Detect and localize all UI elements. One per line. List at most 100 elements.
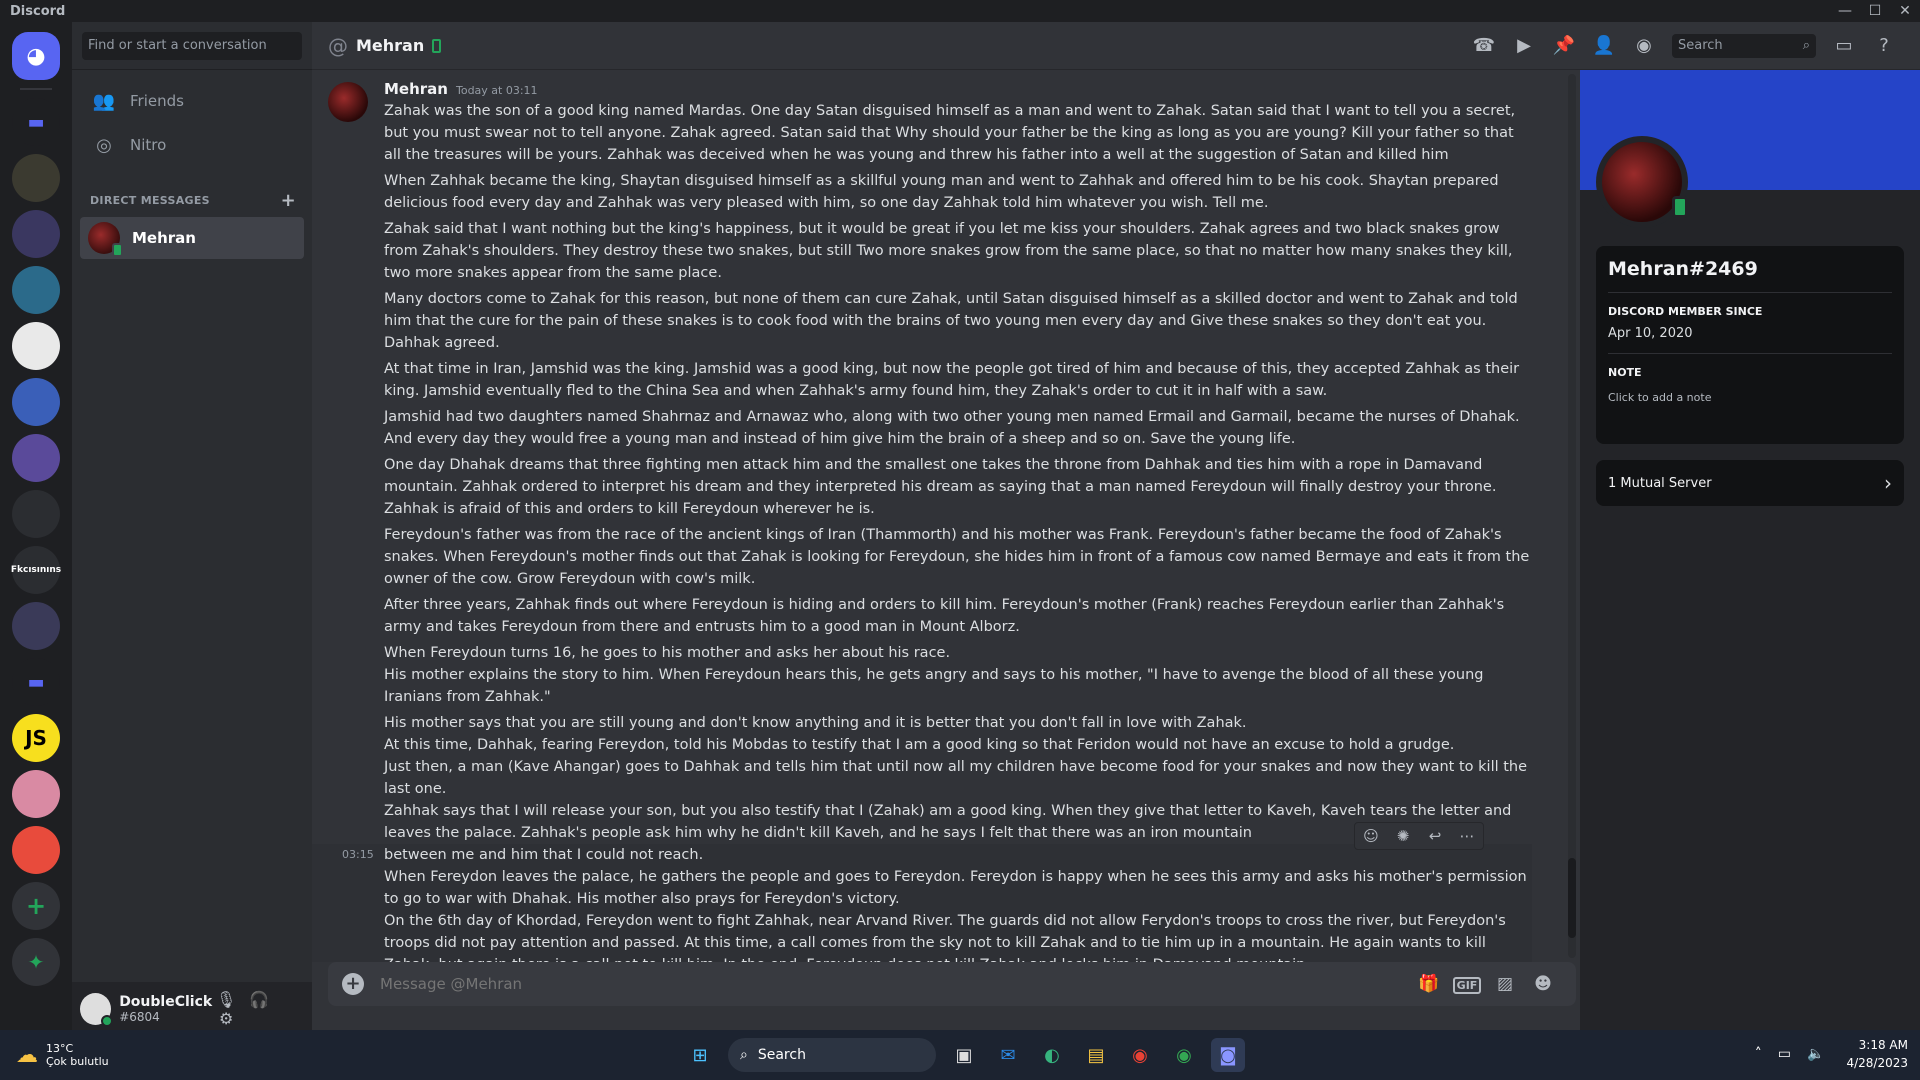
hovered-message[interactable]: ☺ ✺ ↩ ⋯ 03:15 between me and him that I …: [312, 822, 1532, 962]
maximize-button[interactable]: ☐: [1860, 0, 1890, 22]
profile-handle: Mehran#2469: [1608, 258, 1892, 293]
server-icon[interactable]: [12, 322, 60, 370]
message-toolbar: ☺ ✺ ↩ ⋯: [1354, 822, 1484, 850]
nav-friends[interactable]: 👥 Friends: [80, 80, 304, 122]
message-author[interactable]: Mehran: [384, 80, 448, 98]
user-profile-panel: Mehran#2469 DISCORD MEMBER SINCE Apr 10,…: [1580, 70, 1920, 1030]
member-since-title: DISCORD MEMBER SINCE: [1608, 305, 1763, 318]
profile-avatar[interactable]: [1596, 136, 1688, 228]
chevron-up-icon[interactable]: ˄: [1755, 1046, 1762, 1062]
user-profile-toggle-icon[interactable]: ◉: [1624, 35, 1664, 56]
headphones-icon[interactable]: 🎧: [245, 990, 273, 1009]
message-line: At this time, Dahhak, fearing Fereydon, …: [384, 737, 1455, 753]
message-side-timestamp: 03:15: [342, 848, 374, 861]
author-avatar[interactable]: [328, 82, 368, 122]
message-input[interactable]: [380, 975, 1410, 993]
message-line: Fereydoun's father was from the race of …: [384, 527, 1530, 587]
message-group: Mehran Today at 03:11 Zahak was the son …: [312, 70, 1580, 962]
server-icon[interactable]: [12, 602, 60, 650]
sticker-icon[interactable]: ▨: [1486, 974, 1524, 994]
edge-browser-icon[interactable]: ◐: [1035, 1038, 1069, 1072]
at-sign-icon: @: [328, 33, 348, 58]
folder-server-icon[interactable]: ▬: [12, 98, 60, 146]
message-line: One day Dhahak dreams that three fightin…: [384, 457, 1497, 517]
app-title: Discord: [10, 3, 66, 19]
server-icon[interactable]: [12, 434, 60, 482]
task-view-icon[interactable]: ▣: [947, 1038, 981, 1072]
search-icon: ⌕: [740, 1047, 748, 1063]
help-icon[interactable]: ?: [1864, 35, 1904, 56]
windows-start-icon[interactable]: ⊞: [683, 1038, 717, 1072]
server-icon[interactable]: [12, 378, 60, 426]
weather-widget[interactable]: ☁ 13°C Çok bulutlu: [16, 1042, 109, 1068]
reply-icon[interactable]: ↩: [1419, 827, 1451, 845]
dm-item-mehran[interactable]: Mehran: [80, 217, 304, 259]
gift-icon[interactable]: 🎁: [1410, 974, 1448, 994]
server-icon[interactable]: Fkcısınıns: [10, 546, 62, 594]
server-icon[interactable]: [12, 490, 60, 538]
mutual-servers-button[interactable]: 1 Mutual Server ›: [1596, 460, 1904, 506]
weather-temp: 13°C: [46, 1042, 74, 1055]
server-icon[interactable]: [12, 210, 60, 258]
window-titlebar: Discord — ☐ ✕: [0, 0, 1920, 22]
taskbar-search[interactable]: ⌕ Search: [728, 1038, 936, 1072]
emoji-icon[interactable]: ☻: [1524, 974, 1562, 994]
avatar: [88, 222, 123, 257]
microphone-icon[interactable]: 🎙: [212, 990, 240, 1009]
network-icon[interactable]: ▭: [1778, 1046, 1791, 1062]
pinned-messages-icon[interactable]: 📌: [1544, 35, 1584, 56]
discord-server-icon[interactable]: ◕: [12, 32, 60, 80]
minimize-button[interactable]: —: [1830, 0, 1860, 22]
message-line: His mother says that you are still young…: [384, 715, 1247, 731]
chrome-profile-icon[interactable]: ◉: [1167, 1038, 1201, 1072]
server-icon[interactable]: JS: [12, 714, 60, 762]
super-reaction-icon[interactable]: ✺: [1387, 827, 1419, 845]
weather-condition: Çok bulutlu: [46, 1055, 109, 1068]
chevron-right-icon: ›: [1884, 471, 1892, 495]
add-server-button[interactable]: +: [12, 882, 60, 930]
more-options-icon[interactable]: ⋯: [1451, 827, 1483, 845]
header-search-input[interactable]: Search ⌕: [1672, 33, 1816, 58]
conversation-search-input[interactable]: Find or start a conversation: [82, 31, 302, 60]
message-scrollbar[interactable]: [1568, 74, 1576, 958]
mobile-status-icon: [1672, 196, 1688, 218]
server-icon[interactable]: [12, 770, 60, 818]
voice-call-icon[interactable]: ☎: [1464, 35, 1504, 56]
nav-nitro[interactable]: ◎ Nitro: [80, 124, 304, 166]
server-label: Fkcısınıns: [10, 565, 62, 575]
server-icon[interactable]: [12, 826, 60, 874]
system-clock[interactable]: 3:18 AM 4/28/2023: [1846, 1036, 1908, 1072]
server-icon[interactable]: [12, 266, 60, 314]
message-line: Just then, a man (Kave Ahangar) goes to …: [384, 759, 1528, 797]
message-line: His mother explains the story to him. Wh…: [384, 667, 1484, 705]
nitro-icon: ◎: [96, 134, 112, 156]
server-label: JS: [25, 726, 47, 750]
settings-gear-icon[interactable]: ⚙: [212, 1009, 240, 1028]
clock-time: 3:18 AM: [1858, 1038, 1908, 1052]
chrome-icon[interactable]: ◉: [1123, 1038, 1157, 1072]
scrollbar-thumb[interactable]: [1568, 858, 1576, 938]
close-button[interactable]: ✕: [1890, 0, 1920, 22]
attach-plus-icon[interactable]: +: [342, 973, 364, 995]
online-status-icon: [101, 1014, 114, 1027]
discord-taskbar-icon[interactable]: ◙: [1211, 1038, 1245, 1072]
gif-picker-button[interactable]: GIF: [1448, 974, 1486, 994]
mobile-status-icon: [432, 38, 442, 53]
user-avatar[interactable]: [80, 992, 114, 1027]
add-friends-to-dm-icon[interactable]: 👤: [1584, 35, 1624, 56]
file-explorer-icon[interactable]: ▤: [1079, 1038, 1113, 1072]
create-dm-button[interactable]: +: [281, 190, 296, 211]
note-input[interactable]: Click to add a note: [1608, 391, 1892, 404]
volume-icon[interactable]: 🔈: [1807, 1046, 1824, 1062]
folder-server-icon[interactable]: ▬: [12, 658, 60, 706]
mutual-servers-label: 1 Mutual Server: [1608, 475, 1712, 491]
explore-servers-compass-icon[interactable]: ✦: [12, 938, 60, 986]
mail-icon[interactable]: ✉: [991, 1038, 1025, 1072]
add-reaction-icon[interactable]: ☺: [1355, 827, 1387, 845]
message-line: Jamshid had two daughters named Shahrnaz…: [384, 409, 1520, 447]
inbox-icon[interactable]: ▭: [1824, 35, 1864, 56]
message-line: Zahak said that I want nothing but the k…: [384, 221, 1513, 281]
server-icon[interactable]: [12, 154, 60, 202]
video-call-icon[interactable]: ▶: [1504, 35, 1544, 56]
message-line: After three years, Zahhak finds out wher…: [384, 597, 1505, 635]
